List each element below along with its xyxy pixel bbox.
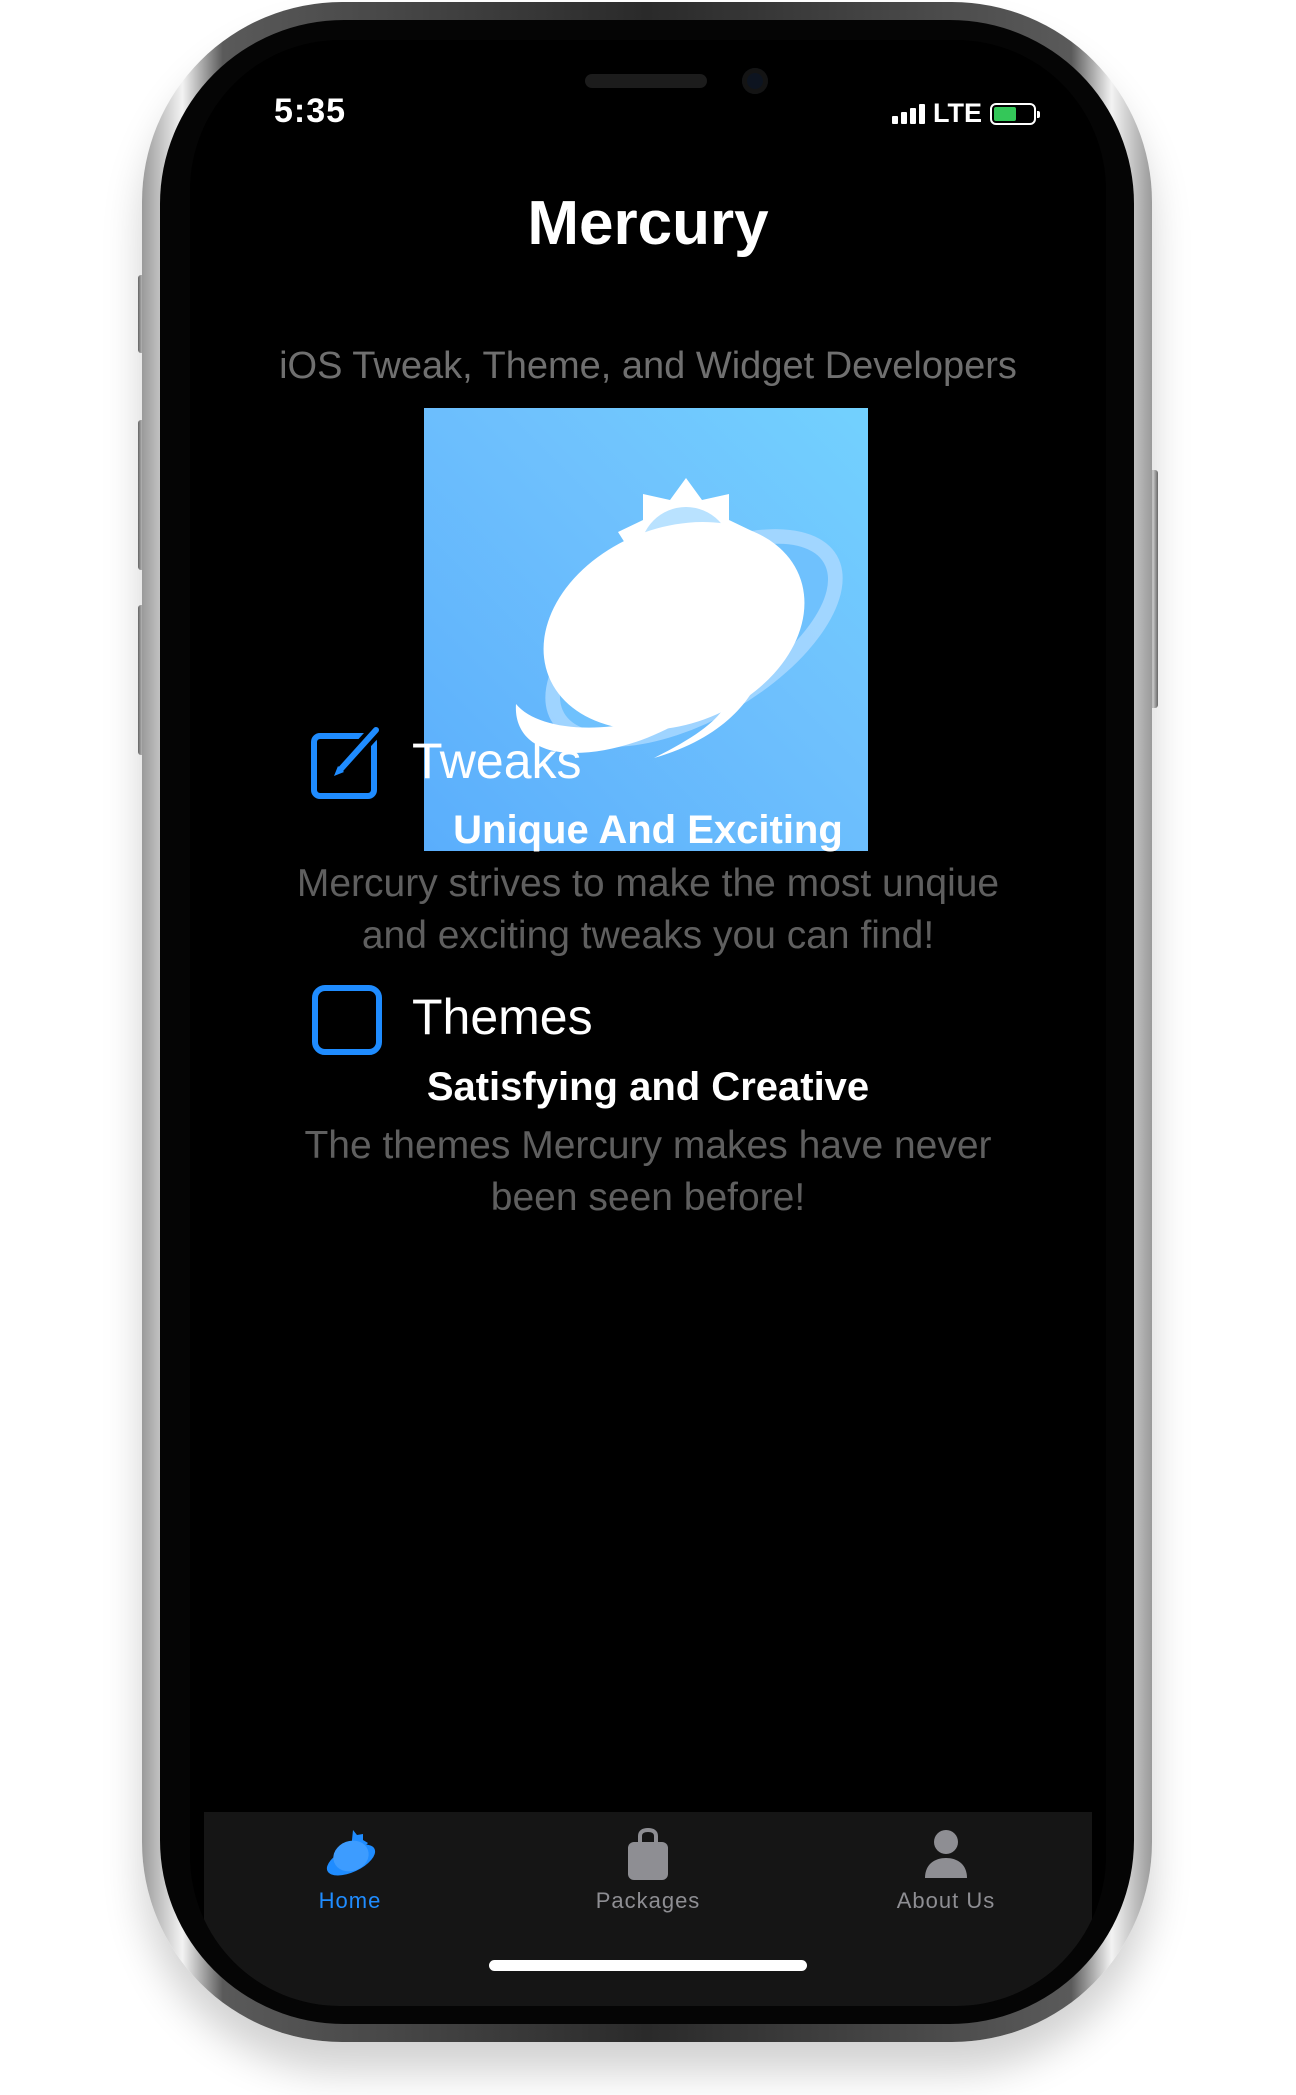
feature-tweaks-row: Tweaks [310,722,582,800]
person-icon [925,1830,967,1878]
page-subtitle: iOS Tweak, Theme, and Widget Developers [279,345,1017,387]
feature-themes-heading: Satisfying and Creative [426,1065,870,1109]
tab-about-us-label: About Us [896,1888,996,1913]
tab-packages[interactable]: Packages [548,1824,748,1914]
feature-tweaks-label: Tweaks [412,733,582,789]
feature-themes-row: Themes [310,978,593,1056]
home-indicator[interactable] [489,1960,807,1971]
network-type: LTE [933,98,982,128]
edit-square-icon [311,723,384,799]
tab-home-label: Home [318,1888,382,1913]
status-time: 5:35 [274,92,347,130]
status-indicators: LTE [892,98,1040,129]
device-mockup: 5:35 LTE Mercury iOS Tweak, Theme, and W… [0,0,1296,2095]
tab-about-us[interactable]: About Us [846,1824,1046,1914]
signal-icon [892,103,925,124]
bag-icon [628,1827,668,1880]
front-camera [742,68,768,94]
app-screen: 5:35 LTE Mercury iOS Tweak, Theme, and W… [190,40,1106,2006]
page-title: Mercury [527,189,769,258]
feature-tweaks-description: Mercury strives to make the most unqiue … [296,862,1000,957]
planet-icon [326,1830,376,1876]
battery-icon [990,102,1040,125]
feature-themes-label: Themes [412,989,593,1045]
tab-bar: Home Packages About Us [204,1812,1092,2006]
feature-themes-description: The themes Mercury makes have never been… [304,1124,992,1219]
tab-home[interactable]: Home [250,1824,450,1914]
square-outline-icon [312,985,382,1055]
tab-packages-label: Packages [595,1888,701,1913]
earpiece-speaker [585,74,707,88]
feature-tweaks-heading: Unique And Exciting [453,808,843,852]
